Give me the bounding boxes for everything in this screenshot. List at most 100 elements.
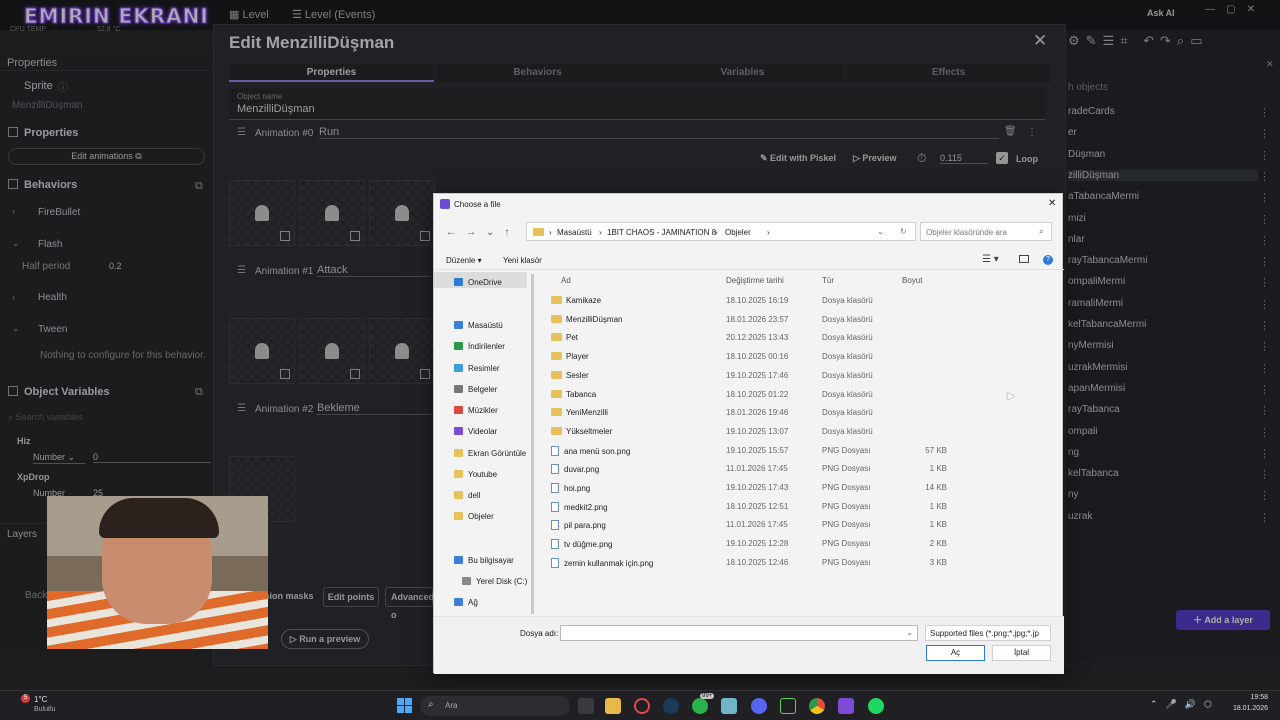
sidebar-item[interactable]: Resimler [454,364,500,373]
file-date: 11.01.2026 17:45 [726,464,788,474]
nav-buttons[interactable]: ←→⌄↑ [446,227,519,238]
weather-text[interactable]: Bulutlu [34,706,55,713]
sidebar-item[interactable]: Belgeler [454,385,497,394]
open-button[interactable]: Aç [926,645,985,661]
view-options-icon[interactable]: ☰ ▾ [982,254,999,265]
breadcrumb-item[interactable]: 1BIT CHAOS - JAMINATION 8 [607,228,716,237]
whatsapp-icon[interactable] [692,698,708,714]
file-row[interactable]: ana menü son.png 19.10.2025 15:57 PNG Dosy… [549,442,949,460]
file-date: 19.10.2025 13:07 [726,426,789,436]
file-row[interactable]: Yükseltmeler 19.10.2025 13:07 Dosya klasör… [549,423,949,441]
file-name: hoi.png [564,484,591,493]
sidebar-item[interactable]: Bu bilgisayar [454,556,514,565]
file-type: PNG Dosyası [822,483,871,492]
opera-icon[interactable] [634,698,650,714]
address-bar[interactable]: › Masaüstü › 1BIT CHAOS - JAMINATION 8 ›… [526,222,916,241]
file-row[interactable]: duvar.png 11.01.2026 17:45 PNG Dosyası 1 KB [549,460,949,478]
file-date: 20.12.2025 13:43 [726,333,789,343]
preview-pane-icon[interactable] [1019,255,1029,263]
sidebar-item[interactable]: Ekran Görüntüle [454,449,526,458]
sidebar-item[interactable]: Müzikler [454,406,498,415]
sidebar-item[interactable]: İndirilenler [454,342,505,351]
file-row[interactable]: YeniMenzilli 18.01.2026 19:46 Dosya klasör… [549,404,949,422]
folder-icon [454,385,463,393]
column-type[interactable]: Tür [822,276,834,285]
file-name: YeniMenzilli [566,408,608,418]
clock-time[interactable]: 19:58 [1226,694,1268,701]
file-row[interactable]: Sesler 19.10.2025 17:46 Dosya klasörü [549,367,949,385]
sidebar-item-label: Bu bilgisayar [468,556,514,565]
new-folder-button[interactable]: Yeni klasör [503,256,542,265]
gdevelop-icon[interactable] [838,698,854,714]
mouse-cursor-icon: ➤ [1005,389,1016,403]
filetype-select[interactable]: Supported files (*.png;*.jpg;*.jp [925,625,1051,641]
sidebar-item[interactable]: OneDrive [454,278,502,287]
file-row[interactable]: Kamikaze 18.10.2025 16:19 Dosya klasörü [549,292,949,310]
clock-date[interactable]: 18.01.2026 [1226,705,1268,712]
chevron-down-icon[interactable]: ⌄ [877,227,884,236]
file-name: ana menü son.png [564,446,631,456]
file-dialog-title: Choose a file [454,200,501,209]
help-icon[interactable]: ? [1043,255,1053,265]
sidebar-item[interactable]: Objeler [454,512,494,521]
filename-input[interactable]: ⌄ [560,625,918,641]
png-file-icon [551,539,559,550]
weather-temp[interactable]: 1°C [34,695,47,704]
taskbar-search[interactable]: ⌕ Ara [420,696,570,716]
steam-icon[interactable] [663,698,679,714]
folder-icon [551,296,562,304]
spotify-icon[interactable] [868,698,884,714]
system-tray-icons[interactable]: ⌃🎤🔊⬡ [1150,699,1220,710]
start-button-icon[interactable] [397,698,412,713]
file-type: Dosya klasörü [822,333,873,343]
folder-icon [551,370,562,379]
sidebar-item-label: dell [468,491,481,500]
file-row[interactable]: zemin kullanmak için.png 18.10.2025 12:46… [549,554,949,572]
folder-icon [551,333,562,342]
organize-menu[interactable]: Düzenle ▾ [446,256,482,265]
png-file-icon [551,557,559,568]
folder-icon [454,427,463,435]
file-explorer-icon[interactable] [605,698,621,714]
file-row[interactable]: medkit2.png 18.10.2025 12:51 PNG Dosyası 1 … [549,498,949,516]
breadcrumb-item[interactable]: Objeler [725,228,751,237]
refresh-icon[interactable]: ↻ [900,227,907,236]
sidebar-item-label: Objeler [468,512,494,521]
app-icon[interactable] [780,698,796,714]
file-row[interactable]: tv düğme.png 19.10.2025 12:28 PNG Dosyası 2… [549,535,949,553]
file-row[interactable]: MenzilliDüşman 18.01.2026 23:57 Dosya klas… [549,311,949,329]
sidebar-item[interactable]: Youtube [454,470,497,479]
sidebar-item-label: Belgeler [468,385,498,394]
file-date: 18.10.2025 01:22 [726,389,789,399]
taskview-icon[interactable] [578,698,594,714]
search-folder-input[interactable]: Objeler klasöründe ara ⌕ [920,222,1052,241]
close-icon[interactable]: ✕ [1048,198,1056,209]
organize-label: Düzenle [446,256,476,265]
weather-badge: 5 [21,694,30,703]
sidebar-item[interactable]: Masaüstü [454,321,503,330]
file-date: 11.01.2026 17:45 [726,520,788,530]
file-name: Sesler [566,370,589,380]
column-name[interactable]: Ad [561,276,571,285]
file-date: 19.10.2025 17:46 [726,370,789,380]
app-icon[interactable] [721,698,737,714]
file-name: Yükseltmeler [566,426,613,436]
breadcrumb-item[interactable]: Masaüstü [557,228,592,237]
column-size[interactable]: Boyut [902,276,922,285]
file-row[interactable]: hoi.png 19.10.2025 17:43 PNG Dosyası 14 KB [549,479,949,497]
discord-icon[interactable] [751,698,767,714]
sidebar-item[interactable]: dell [454,491,480,500]
cancel-button[interactable]: İptal [992,645,1051,661]
file-row[interactable]: Pet 20.12.2025 13:43 Dosya klasörü [549,329,949,347]
column-date[interactable]: Değiştirme tarihi [726,276,784,285]
chrome-icon[interactable] [809,698,825,714]
sidebar-scrollbar[interactable] [531,274,534,614]
file-row[interactable]: Tabanca 18.10.2025 01:22 Dosya klasörü [549,386,949,404]
file-date: 19.10.2025 17:43 [726,483,789,492]
file-row[interactable]: pil para.png 11.01.2026 17:45 PNG Dosyası 1… [549,516,949,534]
png-file-icon [551,464,559,475]
file-row[interactable]: Player 18.10.2025 00:16 Dosya klasörü [549,348,949,366]
sidebar-item[interactable]: Videolar [454,427,497,436]
sidebar-item[interactable]: Yerel Disk (C:) [462,577,527,586]
sidebar-item[interactable]: Ağ [454,598,478,607]
